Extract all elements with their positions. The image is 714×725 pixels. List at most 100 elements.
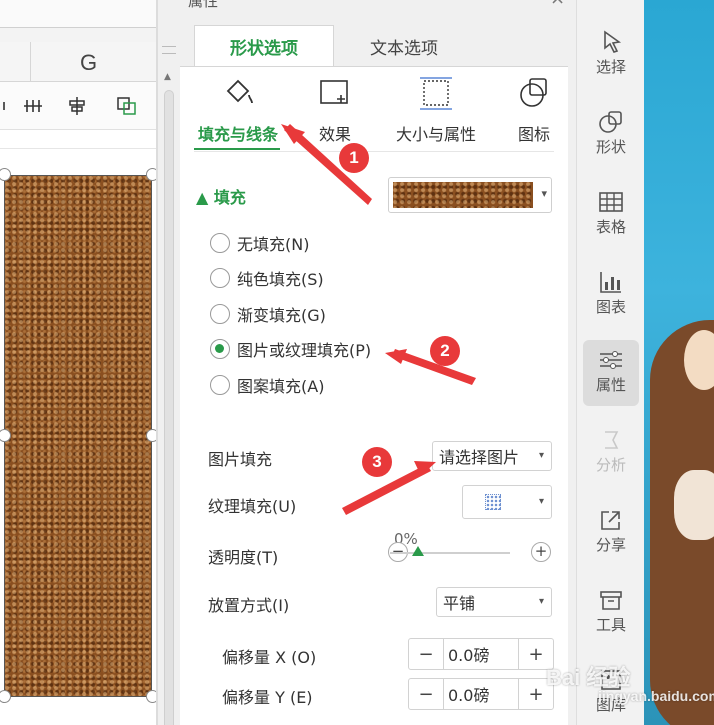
spreadsheet-area: G [0,0,158,725]
radio-label: 图片或纹理填充(P) [237,341,372,360]
analyze-icon [605,431,619,449]
rail-table[interactable]: 表格 [583,182,639,248]
offset-y-label: 偏移量 Y (E) [222,688,313,707]
background-photo [644,0,714,725]
leather-texture-shape[interactable] [4,175,152,697]
subtab-icon[interactable]: 图标 [510,75,558,145]
picture-fill-label: 图片填充 [208,450,273,469]
radio-label: 无填充(N) [237,235,310,254]
radio-gradient-fill[interactable]: 渐变填充(G) [210,302,326,326]
rail-label: 选择 [595,58,626,76]
texture-fill-dropdown[interactable]: ▾ [462,485,552,519]
cursor-icon [604,30,622,53]
texture-fill-label: 纹理填充(U) [208,497,297,516]
decrement-button[interactable]: − [409,679,443,709]
rail-shapes[interactable]: 形状 [583,102,639,168]
radio-label: 图案填充(A) [237,377,325,396]
scroll-thumb[interactable] [164,90,174,725]
rail-label: 形状 [595,138,626,156]
shape-options-panel: 填充与线条 效果 大小与属性 图标 ▲ 填充 ▾ 无填充(N) 纯色填充(S) … [180,66,568,725]
rail-label: 属性 [595,376,626,394]
decrement-button[interactable]: − [409,639,443,669]
scroll-up-icon[interactable]: ▲ [164,72,171,82]
transparency-slider[interactable] [390,552,510,554]
subtab-label: 效果 [318,125,351,144]
icon-shape-icon [520,78,547,107]
rail-properties[interactable]: 属性 [583,340,639,406]
offset-x-input[interactable]: 0.0磅 [443,639,519,669]
slider-thumb[interactable] [412,546,424,556]
chevron-down-icon: ▾ [541,187,547,200]
sliders-icon [600,351,622,369]
radio-solid-fill[interactable]: 纯色填充(S) [210,266,324,290]
shape-float-toolbar [0,82,158,130]
right-tool-rail: 选择 形状 表格 图表 属性 分析 分享 工具 图库 [576,0,644,725]
placement-dropdown[interactable]: 平铺 ▾ [436,587,552,617]
rail-share[interactable]: 分享 [583,500,639,566]
group-icon[interactable] [114,94,140,118]
close-icon[interactable]: × [550,0,565,9]
rail-label: 分析 [595,456,626,474]
align-center-icon[interactable] [64,94,90,118]
rail-analyze[interactable]: 分析 [583,420,639,486]
offset-x-label: 偏移量 X (O) [222,648,317,667]
texture-swatch-icon [485,494,501,510]
choose-picture-text: 请选择图片 [439,448,520,467]
offset-y-input[interactable]: 0.0磅 [443,679,519,709]
fill-preview-dropdown[interactable]: ▾ [388,177,552,213]
radio-no-fill[interactable]: 无填充(N) [210,231,309,255]
formula-bar[interactable] [0,0,158,28]
offset-y-stepper[interactable]: − 0.0磅 + [408,678,554,710]
fill-header-label: 填充 [213,188,246,207]
radio-label: 渐变填充(G) [237,306,326,325]
rail-chart[interactable]: 图表 [583,262,639,328]
tab-shape-options[interactable]: 形状选项 [194,25,334,67]
rail-label: 图表 [595,298,626,316]
subtab-label: 大小与属性 [395,125,476,144]
rail-select[interactable]: 选择 [583,22,639,88]
rail-tools[interactable]: 工具 [583,580,639,646]
active-subtab-indicator [194,148,280,150]
paint-bucket-icon [226,79,253,104]
placement-value: 平铺 [443,594,476,613]
shapes-icon [599,111,622,133]
distribute-icon[interactable] [20,94,46,118]
radio-button[interactable] [210,268,230,288]
subtab-fill-line[interactable]: 填充与线条 [192,75,284,145]
tab-text-options[interactable]: 文本选项 [334,25,474,67]
leather-swatch [393,182,533,208]
column-header-g[interactable]: G [80,50,97,76]
placement-label: 放置方式(I) [208,596,290,615]
annotation-badge-1: 1 [339,143,369,173]
transparency-increase-button[interactable]: + [531,542,551,562]
chevron-down-icon: ▾ [538,596,544,607]
transparency-label: 透明度(T) [208,548,279,567]
radio-picture-texture-fill[interactable]: 图片或纹理填充(P) [210,337,371,361]
subtab-label: 图标 [517,125,550,144]
subtab-size-props[interactable]: 大小与属性 [386,75,486,145]
chevron-down-icon: ▾ [538,496,544,507]
chart-icon [600,272,621,293]
subtab-effects[interactable]: 效果 [310,75,360,145]
radio-button[interactable] [210,375,230,395]
radio-button-selected[interactable] [210,339,230,359]
pane-scrollbar[interactable]: ▲ [160,40,178,725]
drag-grip-icon[interactable] [162,46,176,54]
offset-x-stepper[interactable]: − 0.0磅 + [408,638,554,670]
radio-pattern-fill[interactable]: 图案填充(A) [210,373,324,397]
share-icon [601,511,620,530]
divider [194,151,554,152]
align-icon[interactable] [0,94,14,118]
choose-picture-dropdown[interactable]: 请选择图片 ▾ [432,441,552,471]
fill-section-header[interactable]: ▲ 填充 [196,184,246,208]
bear-belly [674,470,714,540]
effects-icon [320,80,348,104]
radio-button[interactable] [210,233,230,253]
subtab-label: 填充与线条 [197,125,278,144]
size-icon [420,77,452,110]
property-pane: 属性 × ▲ 形状选项 文本选项 填充与线条 效果 大小与属性 图标 ▲ 填充 [158,0,576,725]
baidu-watermark: Bai 经验 jingyan.baidu.com [546,660,714,704]
radio-button[interactable] [210,304,230,324]
radio-label: 纯色填充(S) [237,270,324,289]
formula-bar-area [0,0,158,28]
